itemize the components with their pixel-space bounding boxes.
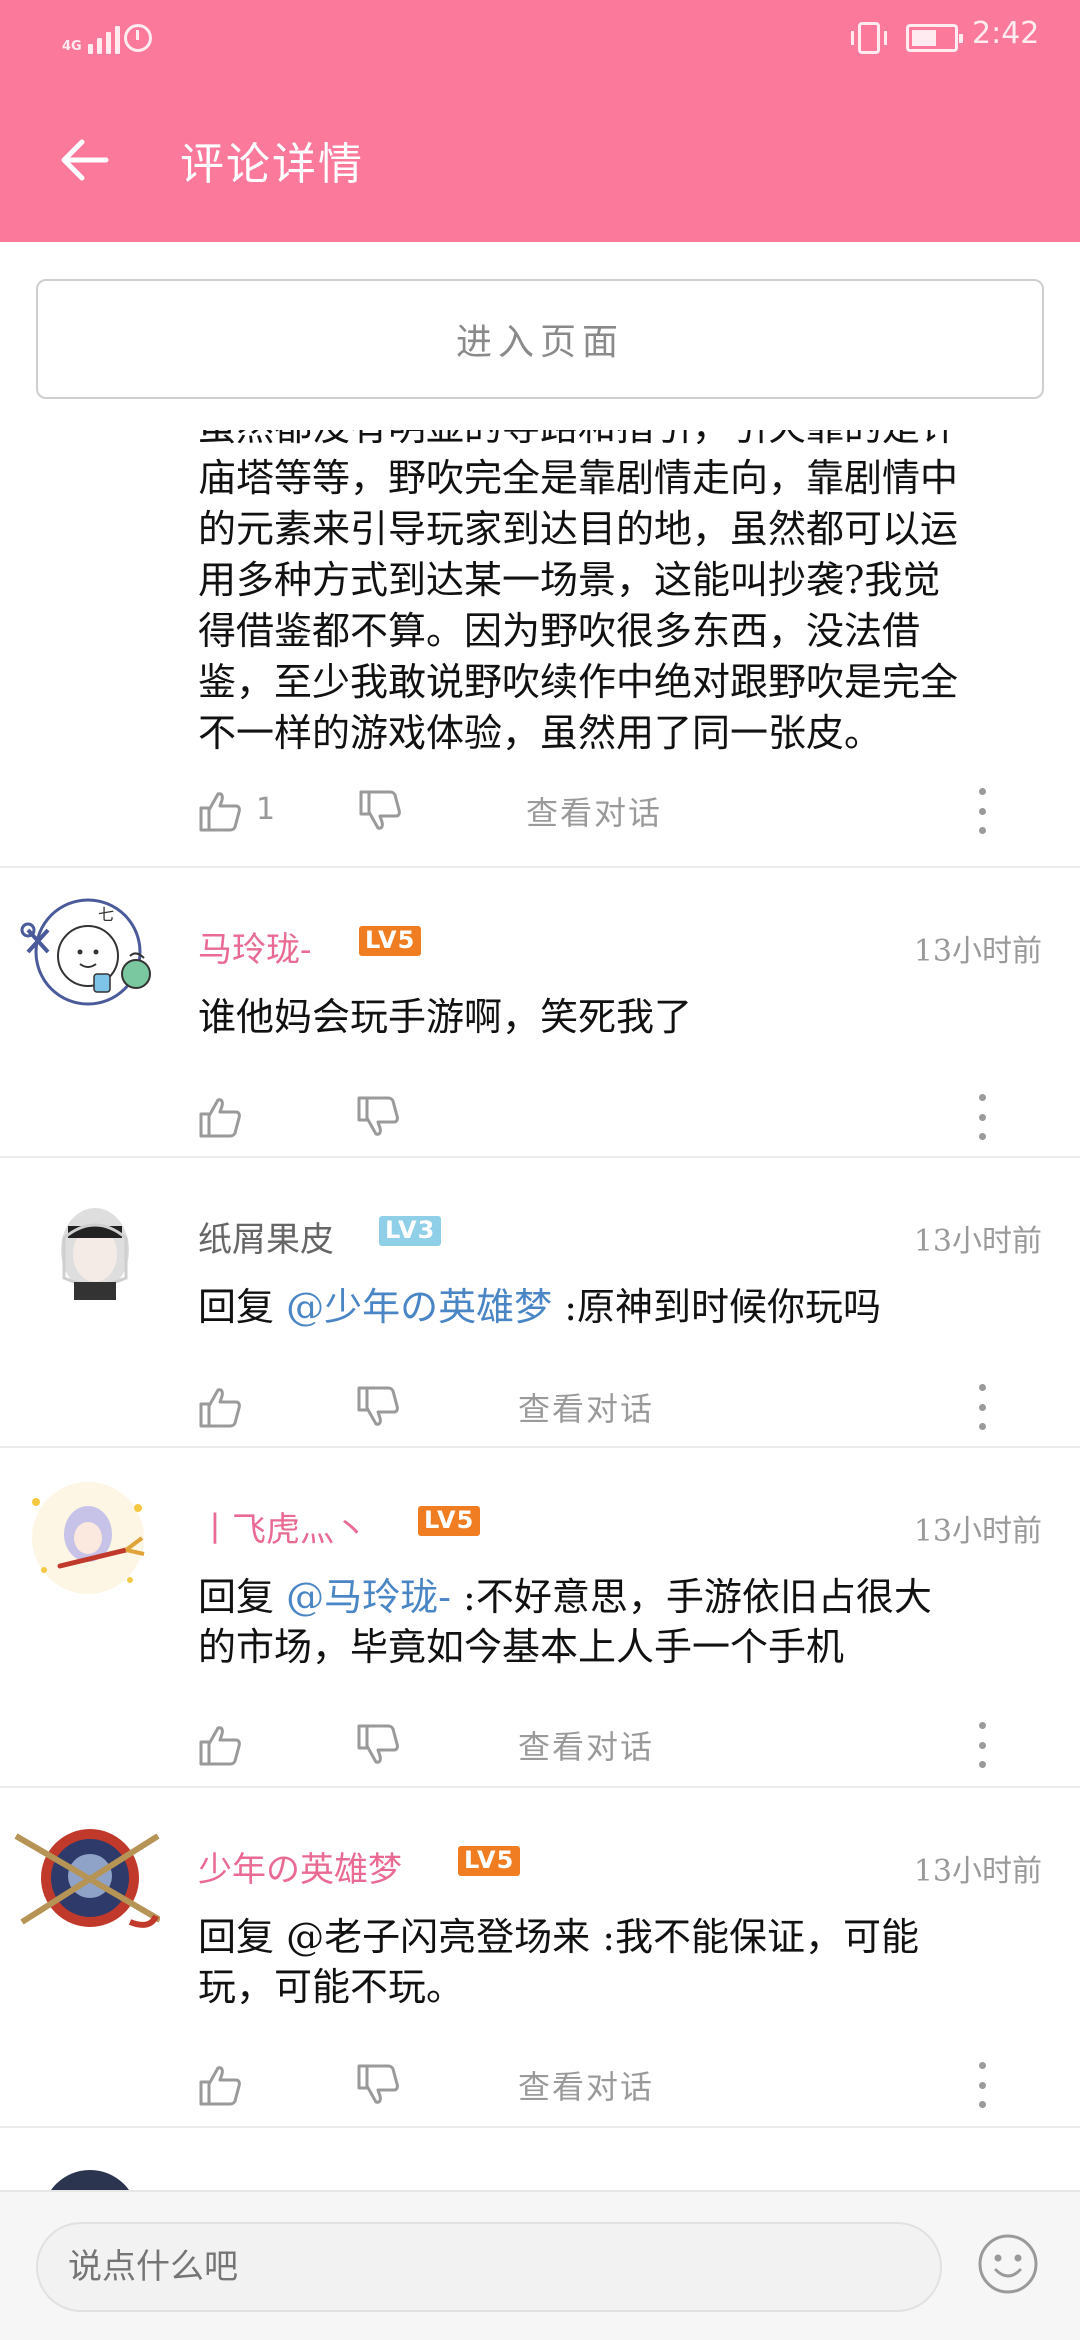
app-bar: 4G 2:42 评论详情 (0, 0, 1080, 242)
comment-item: 七 马玲珑- LV5 13小时前 谁他妈会玩手游啊，笑死我了 (0, 866, 1080, 1156)
comment-line: 不一样的游戏体验，虽然用了同一张皮。 (198, 711, 883, 755)
mention-text[interactable]: @老子闪亮登场来 (286, 1915, 590, 1959)
reply-text: :原神到时候你玩吗 (564, 1285, 882, 1329)
username[interactable]: 马玲珑- (198, 922, 312, 971)
avatar[interactable] (10, 1812, 160, 1942)
comment-actions: 1 查看对话 (198, 782, 1048, 838)
dislike-icon[interactable] (356, 1096, 400, 1138)
reply-text-continued: 的市场，毕竟如今基本上人手一个手机 (198, 1625, 845, 1669)
status-time: 2:42 (972, 16, 1040, 51)
like-icon[interactable] (198, 1096, 242, 1138)
comment-item (0, 2126, 1080, 2190)
comment-text: 回复 @老子闪亮登场来 :我不能保证，可能 玩，可能不玩。 (198, 1912, 1038, 2012)
more-options-icon[interactable] (970, 1094, 994, 1140)
like-icon[interactable] (198, 1724, 242, 1766)
comment-input-bar (0, 2190, 1080, 2340)
comment-text: 虽然都没有明显的导路和指引，引火靠的是许 庙塔等等，野吹完全是靠剧情走向，靠剧情… (198, 430, 1048, 759)
dislike-icon[interactable] (356, 1386, 400, 1428)
comment-actions (198, 1088, 1048, 1144)
dislike-icon[interactable] (358, 790, 402, 832)
more-options-icon[interactable] (970, 2062, 994, 2108)
more-options-icon[interactable] (970, 1384, 994, 1430)
level-badge: LV5 (359, 926, 422, 956)
dislike-icon[interactable] (356, 2064, 400, 2106)
vibrate-icon (851, 22, 887, 54)
timestamp: 13小时前 (913, 1854, 1042, 1889)
avatar[interactable] (10, 2152, 160, 2190)
comment-input[interactable] (36, 2222, 942, 2312)
timestamp: 13小时前 (913, 1514, 1042, 1549)
back-arrow-icon (61, 139, 109, 181)
comment-item: 少年の英雄梦 LV5 13小时前 回复 @老子闪亮登场来 :我不能保证，可能 玩… (0, 1786, 1080, 2126)
view-conversation-link[interactable]: 查看对话 (518, 1722, 654, 1768)
comment-item: 纸屑果皮 LV3 13小时前 回复 @少年の英雄梦 :原神到时候你玩吗 查看对话 (0, 1156, 1080, 1446)
reply-text: :我不能保证，可能 (602, 1915, 920, 1959)
network-type: 4G (62, 39, 82, 54)
username[interactable]: 丨飞虎灬丶 (198, 1502, 368, 1551)
comment-line: 用多种方式到达某一场景，这能叫抄袭?我觉 (198, 558, 941, 602)
comment-actions: 查看对话 (198, 1378, 1048, 1434)
emoji-icon[interactable] (976, 2232, 1040, 2296)
avatar[interactable]: 七 (10, 890, 160, 1020)
username[interactable]: 少年の英雄梦 (198, 1842, 402, 1891)
dislike-icon[interactable] (356, 1724, 400, 1766)
comment-line: 的元素来引导玩家到达目的地，虽然都可以运 (198, 507, 959, 551)
battery-icon (906, 24, 963, 52)
comment-text: 谁他妈会玩手游啊，笑死我了 (198, 995, 693, 1039)
timestamp: 13小时前 (913, 1224, 1042, 1259)
like-icon[interactable] (198, 2064, 242, 2106)
comment-actions: 查看对话 (198, 2056, 1048, 2112)
like-count: 1 (256, 792, 276, 827)
level-badge: LV5 (458, 1846, 521, 1876)
avatar[interactable] (10, 1182, 160, 1312)
comment-item: 丨飞虎灬丶 LV5 13小时前 回复 @马玲珑- :不好意思，手游依旧占很大 的… (0, 1446, 1080, 1786)
comment-line: 虽然都没有明显的导路和指引，引火靠的是许 (198, 430, 1048, 453)
view-conversation-link[interactable]: 查看对话 (518, 1384, 654, 1430)
signal-icon: 4G (62, 20, 120, 54)
comment-list[interactable]: 虽然都没有明显的导路和指引，引火靠的是许 庙塔等等，野吹完全是靠剧情走向，靠剧情… (0, 430, 1080, 2190)
back-button[interactable] (44, 126, 124, 194)
status-bar: 4G 2:42 (0, 0, 1080, 76)
level-badge: LV3 (379, 1216, 442, 1246)
reply-prefix: 回复 (198, 1915, 275, 1959)
comment-line: 庙塔等等，野吹完全是靠剧情走向，靠剧情中 (198, 456, 959, 500)
username[interactable]: 纸屑果皮 (198, 1212, 334, 1261)
comment-text: 回复 @少年の英雄梦 :原神到时候你玩吗 (198, 1282, 1038, 1332)
avatar[interactable] (10, 1472, 160, 1602)
view-conversation-link[interactable]: 查看对话 (526, 788, 662, 834)
more-options-icon[interactable] (970, 788, 994, 834)
svg-text:七: 七 (98, 905, 114, 924)
timestamp: 13小时前 (913, 934, 1042, 969)
like-icon[interactable] (198, 1386, 242, 1428)
comment-text: 回复 @马玲珑- :不好意思，手游依旧占很大 的市场，毕竟如今基本上人手一个手机 (198, 1572, 1038, 1672)
comment-actions: 查看对话 (198, 1716, 1048, 1772)
enter-page-button[interactable]: 进入页面 (36, 279, 1044, 399)
reply-text: :不好意思，手游依旧占很大 (463, 1575, 932, 1619)
reply-prefix: 回复 (198, 1575, 275, 1619)
page-title: 评论详情 (180, 139, 364, 190)
alarm-icon (124, 24, 152, 52)
reply-text-continued: 玩，可能不玩。 (198, 1965, 465, 2009)
mention-link[interactable]: @少年の英雄梦 (286, 1285, 552, 1329)
more-options-icon[interactable] (970, 1722, 994, 1768)
comment-line: 鉴，至少我敢说野吹续作中绝对跟野吹是完全 (198, 660, 959, 704)
view-conversation-link[interactable]: 查看对话 (518, 2062, 654, 2108)
reply-prefix: 回复 (198, 1285, 275, 1329)
comment-line: 得借鉴都不算。因为野吹很多东西，没法借 (198, 609, 921, 653)
mention-link[interactable]: @马玲珑- (286, 1575, 451, 1619)
like-icon[interactable] (198, 790, 242, 832)
level-badge: LV5 (418, 1506, 481, 1536)
